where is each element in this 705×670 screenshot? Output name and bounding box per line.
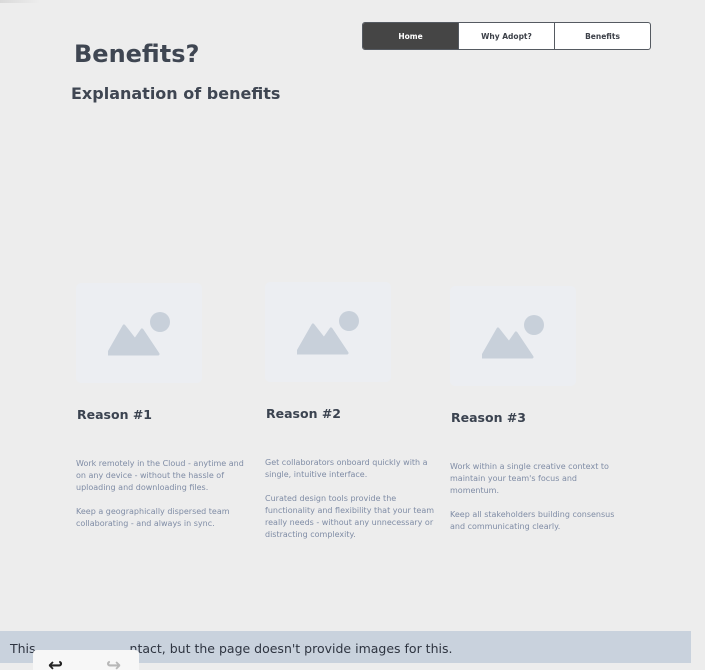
benefit-card-1: Reason #1 Work remotely in the Cloud - a… xyxy=(76,283,256,528)
description-paragraph: Get collaborators onboard quickly with a… xyxy=(265,458,428,479)
benefit-card-2: Reason #2 Get collaborators onboard quic… xyxy=(265,282,445,539)
image-placeholder-icon xyxy=(297,311,359,355)
image-placeholder xyxy=(265,282,391,382)
nav-tab-home[interactable]: Home xyxy=(363,23,458,49)
back-arrow-icon[interactable]: ↩ xyxy=(48,657,63,670)
notice-text-end: ntact, but the page doesn't provide imag… xyxy=(129,641,453,656)
image-placeholder xyxy=(450,286,576,386)
image-placeholder-icon xyxy=(108,312,170,356)
reason-description: Get collaborators onboard quickly with a… xyxy=(265,457,435,541)
forward-arrow-icon[interactable]: ↪ xyxy=(106,657,121,670)
benefit-card-3: Reason #3 Work within a single creative … xyxy=(450,286,630,531)
notice-text-start: This xyxy=(10,641,36,656)
reason-title: Reason #3 xyxy=(451,410,526,425)
description-paragraph: Work within a single creative context to… xyxy=(450,462,609,495)
image-placeholder xyxy=(76,283,202,383)
description-paragraph: Keep all stakeholders building consensus… xyxy=(450,510,615,531)
reason-title: Reason #1 xyxy=(77,407,152,422)
nav-tab-why-adopt[interactable]: Why Adopt? xyxy=(458,23,554,49)
description-paragraph: Curated design tools provide the functio… xyxy=(265,494,435,539)
reason-description: Work within a single creative context to… xyxy=(450,461,620,533)
page-title: Benefits? xyxy=(74,40,200,68)
description-paragraph: Keep a geographically dispersed team col… xyxy=(76,507,230,528)
nav-tab-benefits[interactable]: Benefits xyxy=(554,23,650,49)
reason-title: Reason #2 xyxy=(266,406,341,421)
page-subtitle: Explanation of benefits xyxy=(71,84,281,103)
image-placeholder-icon xyxy=(482,315,544,359)
reason-description: Work remotely in the Cloud - anytime and… xyxy=(76,458,246,530)
window-edge xyxy=(0,0,40,3)
top-nav: Home Why Adopt? Benefits xyxy=(362,22,651,50)
description-paragraph: Work remotely in the Cloud - anytime and… xyxy=(76,459,244,492)
browser-controls: ↩ ↪ xyxy=(33,650,139,670)
